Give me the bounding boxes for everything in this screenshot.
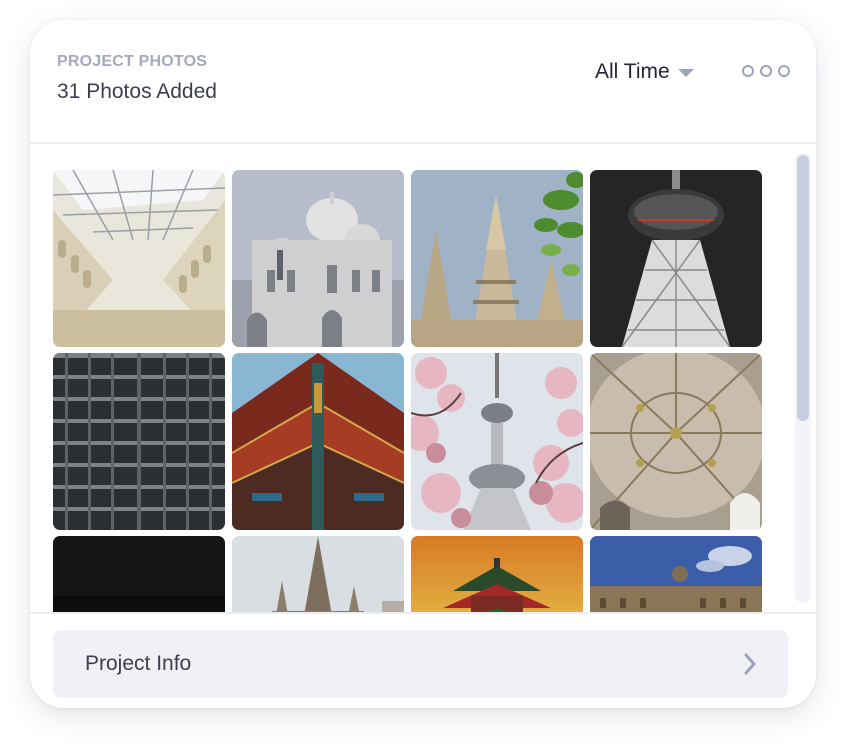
chevron-right-icon [742,652,758,681]
header-divider [30,142,816,144]
photo-skyscraper-facade [53,353,225,530]
photo-grid [53,170,763,612]
photo-gallery[interactable] [53,170,763,612]
photo-pagoda-roof-eaves [232,353,404,530]
photo-gothic-cathedral-spires [232,536,404,612]
project-info-button[interactable]: Project Info [53,630,788,698]
photo-vaulted-ceiling [590,353,762,530]
photo-thumbnail[interactable] [232,536,404,612]
photo-thumbnail[interactable] [232,170,404,347]
photo-lit-tv-tower-night [590,170,762,347]
photo-thumbnail[interactable] [590,536,762,612]
photo-palace-blue-sky [590,536,762,612]
photo-thumbnail[interactable] [411,536,583,612]
photo-thumbnail[interactable] [53,353,225,530]
gallery-scrollbar[interactable] [795,153,811,603]
more-dot-icon [778,65,790,77]
photo-tower-cherry-blossoms [411,353,583,530]
photo-thumbnail[interactable] [53,170,225,347]
photo-white-domed-basilica [232,170,404,347]
photo-glass-roof-atrium [53,170,225,347]
more-dot-icon [742,65,754,77]
photo-thumbnail[interactable] [232,353,404,530]
time-filter-label: All Time [595,60,670,83]
photo-dark-night-scene [53,536,225,612]
photo-thumbnail[interactable] [53,536,225,612]
photo-thumbnail[interactable] [411,353,583,530]
scrollbar-thumb[interactable] [797,155,809,421]
card-header: PROJECT PHOTOS 31 Photos Added All Time [30,20,816,143]
footer-divider [30,612,816,614]
photo-count: 31 Photos Added [57,80,217,103]
photo-thumbnail[interactable] [411,170,583,347]
more-options-button[interactable] [742,65,790,77]
time-filter-dropdown[interactable]: All Time [595,60,694,84]
card-eyebrow: PROJECT PHOTOS [57,53,208,70]
photo-thumbnail[interactable] [590,353,762,530]
photo-temple-spire-with-leaves [411,170,583,347]
photo-thumbnail[interactable] [590,170,762,347]
chevron-down-icon [677,69,694,77]
project-photos-card: PROJECT PHOTOS 31 Photos Added All Time [30,20,816,708]
more-dot-icon [760,65,772,77]
photo-pagoda-sunset [411,536,583,612]
project-info-label: Project Info [85,652,192,675]
